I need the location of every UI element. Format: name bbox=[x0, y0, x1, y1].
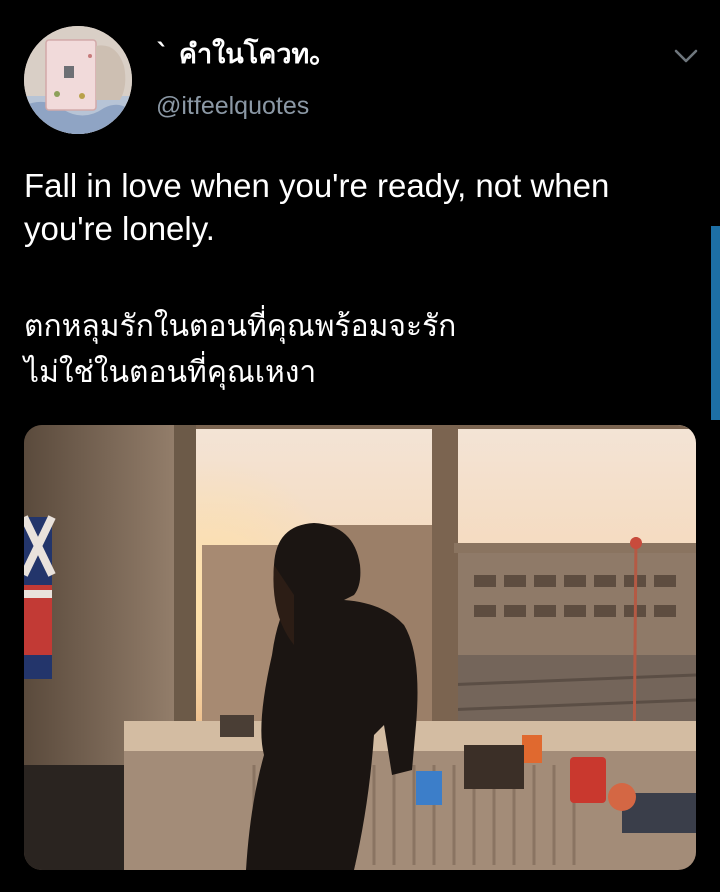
photo-woman-at-window bbox=[24, 425, 696, 870]
avatar-image bbox=[24, 26, 132, 134]
tweet-text-thai: ตกหลุมรักในตอนที่คุณพร้อมจะรัก ไม่ใช่ในต… bbox=[24, 304, 694, 396]
avatar[interactable] bbox=[24, 26, 132, 134]
display-name[interactable]: ` คำในโควท。 bbox=[156, 38, 336, 72]
user-handle[interactable]: @itfeelquotes bbox=[156, 90, 309, 122]
scroll-indicator bbox=[711, 226, 720, 420]
chevron-down-icon[interactable] bbox=[672, 44, 700, 68]
tweet-text: Fall in love when you're ready, not when… bbox=[24, 164, 694, 396]
tweet-text-thai-line-2: ไม่ใช่ในตอนที่คุณเหงา bbox=[24, 355, 317, 390]
tweet-media-photo[interactable] bbox=[24, 425, 696, 870]
tweet-text-english: Fall in love when you're ready, not when… bbox=[24, 167, 610, 247]
tweet-text-thai-line-1: ตกหลุมรักในตอนที่คุณพร้อมจะรัก bbox=[24, 309, 457, 344]
